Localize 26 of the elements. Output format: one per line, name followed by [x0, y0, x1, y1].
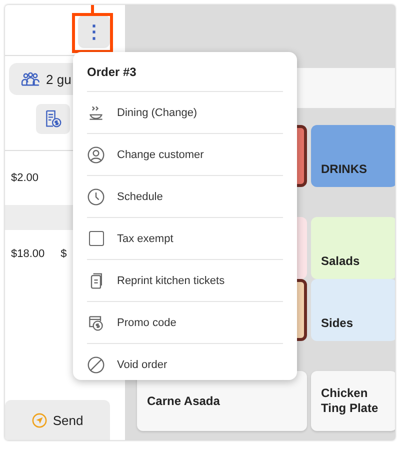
category-tile[interactable]: Sides — [311, 279, 395, 341]
menu-item[interactable]: Promo code — [87, 302, 283, 344]
total-text: $ — [60, 248, 67, 260]
menu-item[interactable]: Reprint kitchen tickets — [87, 260, 283, 302]
dining-icon — [87, 104, 105, 122]
coupon-icon — [87, 314, 105, 332]
item-tile[interactable]: Chicken Ting Plate — [311, 371, 395, 431]
bill-button[interactable] — [36, 104, 70, 134]
menu-item[interactable]: Tax exempt — [87, 218, 283, 260]
category-tile[interactable]: DRINKS — [311, 125, 395, 187]
menu-title: Order #3 — [87, 52, 283, 92]
person-icon — [87, 146, 105, 164]
menu-item[interactable]: Change customer — [87, 134, 283, 176]
price-text: $2.00 — [11, 172, 39, 184]
price-text: $18.00 — [11, 248, 45, 260]
people-icon — [21, 72, 40, 86]
checkbox[interactable] — [88, 231, 104, 246]
more-button[interactable]: ⋮ — [78, 15, 110, 48]
send-button[interactable]: Send — [5, 400, 110, 440]
menu-item[interactable]: Schedule — [87, 176, 283, 218]
send-icon — [32, 412, 47, 428]
receipt-dollar-icon — [44, 110, 62, 128]
menu-item[interactable]: Dining (Change) — [87, 92, 283, 134]
clock-icon — [87, 188, 105, 206]
prohibited-icon — [87, 356, 105, 374]
category-tile[interactable]: Salads — [311, 217, 395, 279]
